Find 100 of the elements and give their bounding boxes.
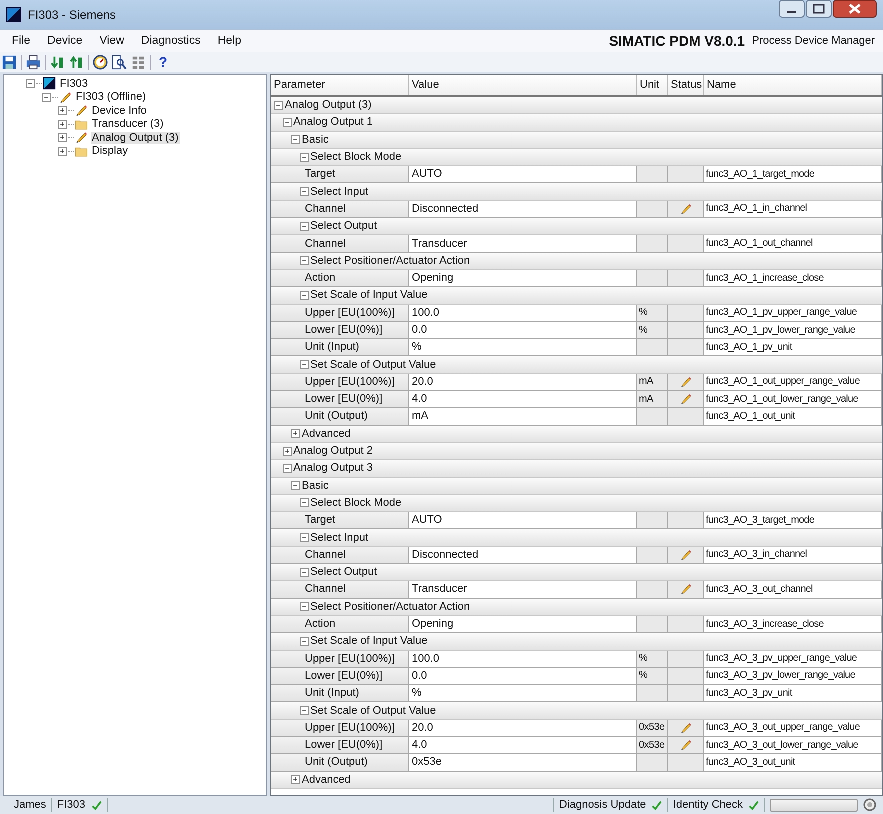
close-icon[interactable] [833,0,877,18]
parameter-cell: Action [271,616,409,632]
group-row[interactable]: Basic [271,478,882,495]
tree-item[interactable]: Display [91,145,130,158]
group-row[interactable]: Select Output [271,564,882,582]
tree-item[interactable]: FI303 (Offline) [75,91,148,104]
group-row[interactable]: Advanced [271,772,882,789]
plus-box-icon[interactable] [58,106,67,116]
value-field[interactable]: Transducer [409,235,637,252]
pencil-icon [59,90,72,104]
name-cell: func3_AO_1_out_channel [704,235,882,252]
tree-item[interactable]: Transducer (3) [91,118,165,130]
group-row[interactable]: Set Scale of Input Value [271,287,882,305]
minus-box-icon[interactable] [300,498,308,508]
group-row[interactable]: Select Block Mode [271,148,882,166]
plus-box-icon[interactable] [58,146,67,156]
minus-box-icon[interactable] [291,481,300,490]
minus-box-icon[interactable] [300,222,308,231]
value-field[interactable]: % [409,685,637,702]
minus-box-icon[interactable] [300,533,308,542]
menu-item[interactable]: View [100,35,124,47]
group-row[interactable]: Basic [271,132,882,149]
parameter-cell: Unit (Input) [271,339,409,356]
parameter-cell: Upper [EU(100%)] [271,650,409,667]
minus-box-icon[interactable] [274,100,283,110]
plus-box-icon[interactable] [58,133,67,142]
minus-box-icon[interactable] [42,92,51,102]
name-cell: func3_AO_1_pv_lower_range_value [704,322,882,338]
group-label: Advanced [302,428,351,440]
group-row[interactable]: Analog Output 1 [271,114,882,132]
group-label: Set Scale of Input Value [310,635,428,648]
name-cell: func3_AO_1_target_mode [704,166,882,182]
save-icon[interactable] [2,54,17,70]
column-header[interactable]: Value [409,75,637,95]
upload-icon[interactable] [69,54,84,70]
group-row[interactable]: Analog Output 2 [271,442,882,460]
value-field[interactable]: 0.0 [409,322,637,338]
value-field[interactable]: 0x53e [409,754,637,771]
minus-box-icon[interactable] [300,187,308,196]
group-row[interactable]: Advanced [271,426,882,443]
minus-box-icon[interactable] [300,290,308,300]
column-header[interactable]: Name [704,75,882,95]
plus-box-icon[interactable] [58,120,67,129]
value-field[interactable]: AUTO [409,512,637,528]
minus-box-icon[interactable] [300,152,308,162]
minus-box-icon[interactable] [300,706,308,716]
maximize-icon[interactable] [806,0,832,18]
minus-box-icon[interactable] [282,464,292,473]
unit-cell: mA [637,374,668,390]
group-row[interactable]: Select Positioner/Actuator Action [271,598,882,616]
plus-box-icon[interactable] [291,775,300,784]
minus-box-icon[interactable] [300,568,308,577]
minus-box-icon[interactable] [282,118,292,127]
minimize-icon[interactable] [779,0,805,18]
group-row[interactable]: Set Scale of Output Value [271,356,882,374]
group-row[interactable]: Select Block Mode [271,494,882,512]
menu-item[interactable]: Diagnostics [141,35,201,47]
print-icon[interactable] [26,54,41,70]
gauge-icon[interactable] [93,54,108,70]
value-field[interactable]: % [409,339,637,356]
group-row[interactable]: Select Input [271,183,882,201]
minus-box-icon[interactable] [300,602,308,612]
column-header[interactable]: Status [668,75,704,95]
minus-box-icon[interactable] [26,79,35,88]
column-header[interactable]: Unit [637,75,668,95]
minus-box-icon[interactable] [300,360,308,370]
value-field[interactable]: AUTO [409,166,637,182]
value-field[interactable]: Transducer [409,581,637,598]
search-icon[interactable] [112,54,127,70]
value-field[interactable]: 4.0 [409,391,637,408]
group-row[interactable]: Set Scale of Input Value [271,633,882,650]
download-icon[interactable] [50,54,65,70]
value-field[interactable]: 4.0 [409,736,637,754]
group-row[interactable]: Select Input [271,529,882,547]
minus-box-icon[interactable] [300,256,308,266]
value-field[interactable]: 0.0 [409,668,637,684]
group-row[interactable]: Set Scale of Output Value [271,702,882,720]
name-cell: func3_AO_3_out_lower_range_value [704,736,882,754]
menu-item[interactable]: Device [48,35,83,47]
tree-item[interactable]: Analog Output (3) [91,132,180,144]
group-row[interactable]: Analog Output (3) [271,97,882,114]
menu-item[interactable]: File [12,35,31,47]
plus-box-icon[interactable] [282,446,292,456]
group-row[interactable]: Select Output [271,218,882,236]
help-button[interactable]: ? [155,54,172,70]
plus-box-icon[interactable] [291,429,300,438]
minus-box-icon[interactable] [291,135,300,144]
name-cell: func3_AO_1_pv_unit [704,339,882,356]
pencil-icon [680,583,692,596]
tree-item[interactable]: Device Info [91,104,148,117]
unit-cell: % [637,668,668,684]
column-header[interactable]: Parameter [271,75,409,95]
tree-item[interactable]: FI303 [59,78,90,90]
pencil-icon [75,131,88,144]
name-cell: func3_AO_3_out_unit [704,754,882,771]
group-row[interactable]: Select Positioner/Actuator Action [271,252,882,270]
menu-item[interactable]: Help [218,35,242,47]
name-cell: func3_AO_1_in_channel [704,200,882,218]
minus-box-icon[interactable] [300,636,308,646]
group-row[interactable]: Analog Output 3 [271,460,882,478]
